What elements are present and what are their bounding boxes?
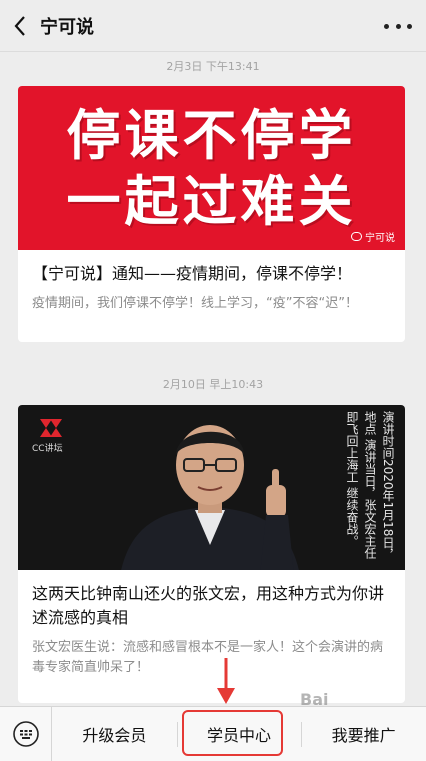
back-button[interactable] [0, 0, 40, 52]
article-title: 【宁可说】通知——疫情期间，停课不停学！ [32, 264, 353, 283]
top-nav-bar: 宁可说 [0, 0, 426, 52]
page-title: 宁可说 [40, 16, 94, 38]
cc-logo-icon [40, 419, 62, 437]
cover-text-line: 停课不停学 [66, 103, 357, 167]
article-description: 疫情期间，我们停课不停学！线上学习，“疫”不容“迟”！ [32, 296, 358, 311]
wechat-icon [351, 232, 362, 241]
cover-text-line: 一起过难关 [66, 169, 357, 233]
keyboard-toggle-button[interactable] [0, 706, 52, 761]
article-description: 张文宏医生说：流感和感冒根本不是一家人！这个会演讲的病毒专家简直帅呆了！ [32, 640, 384, 675]
article-card[interactable]: CC讲坛 演讲时间2020年1月18日，地点 演讲当日，张文宏主任即飞回上海工 … [18, 405, 405, 703]
article-title: 这两天比钟南山还火的张文宏，用这种方式为你讲述流感的真相 [32, 584, 385, 627]
message-timestamp: 2月10日 早上10:43 [162, 378, 264, 391]
keyboard-icon [12, 721, 39, 747]
video-logo-label: CC讲坛 [32, 444, 63, 454]
menu-promote[interactable]: 我要推广 [301, 707, 426, 761]
article-cover-image: CC讲坛 演讲时间2020年1月18日，地点 演讲当日，张文宏主任即飞回上海工 … [18, 405, 405, 570]
menu-upgrade-membership[interactable]: 升级会员 [52, 707, 177, 761]
more-options-button[interactable] [384, 16, 412, 36]
speaker-illustration [121, 425, 299, 570]
dot-icon [407, 23, 412, 29]
cover-watermark: 宁可说 [351, 229, 395, 244]
message-feed: 2月3日 下午13:41 停课不停学 一起过难关 宁可说 【宁可说】通知——疫情… [0, 52, 426, 706]
dot-icon [384, 23, 389, 29]
article-card[interactable]: 停课不停学 一起过难关 宁可说 【宁可说】通知——疫情期间，停课不停学！ 疫情期… [18, 86, 405, 342]
dot-icon [395, 23, 401, 29]
message-timestamp: 2月3日 下午13:41 [166, 60, 260, 73]
cover-watermark-label: 宁可说 [365, 233, 395, 244]
back-arrow-icon [14, 15, 25, 36]
video-caption: 演讲时间2020年1月18日，地点 演讲当日，张文宏主任即飞回上海工 继续奋战。 [345, 411, 395, 561]
bottom-menu-bar: 升级会员 学员中心 我要推广 [0, 706, 426, 761]
menu-student-center[interactable]: 学员中心 [176, 707, 302, 761]
article-cover-image: 停课不停学 一起过难关 宁可说 [18, 86, 405, 250]
